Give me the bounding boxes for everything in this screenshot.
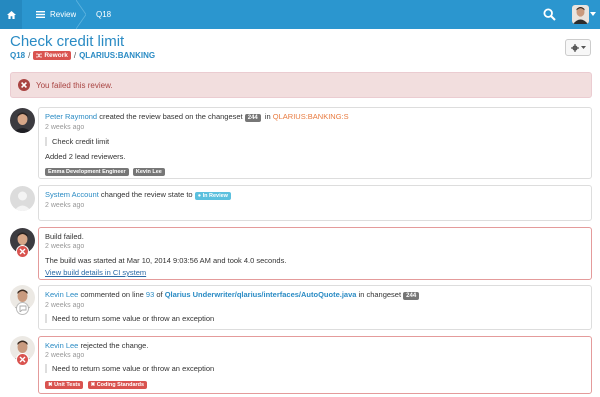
build-detail: The build was started at Mar 10, 2014 9:… — [45, 256, 287, 265]
activity-note: Added 2 lead reviewers. — [45, 152, 126, 161]
user-link[interactable]: System Account — [45, 190, 99, 199]
activity-card: Kevin Lee rejected the change. 2 weeks a… — [38, 336, 592, 394]
issue-tag: ✖ Unit Tests — [45, 381, 84, 389]
failed-status-icon — [16, 245, 29, 258]
changeset-badge[interactable]: 244 — [403, 292, 420, 300]
user-avatar-image — [572, 5, 589, 24]
top-nav: Reviews Q18 — [0, 0, 600, 29]
activity-line: System Account changed the review state … — [45, 190, 585, 200]
error-circle-icon — [18, 79, 30, 91]
timestamp: 2 weeks ago — [45, 124, 85, 131]
comment-quote: Need to return some value or throw an ex… — [45, 364, 585, 373]
avatar — [10, 108, 35, 133]
project-link[interactable]: QLARIUS:BANKING — [79, 51, 155, 60]
activity-text: of — [156, 290, 163, 299]
comment-icon — [16, 302, 29, 315]
shuffle-icon — [36, 53, 43, 58]
activity-text: commented on line — [80, 290, 144, 299]
breadcrumb-separator: / — [28, 51, 31, 60]
activity-card: Peter Raymond created the review based o… — [38, 107, 592, 179]
alert-text: You failed this review. — [36, 80, 113, 90]
breadcrumb-q18[interactable]: Q18 — [86, 0, 126, 29]
activity-card: Kevin Lee commented on line 93 of Qlariu… — [38, 285, 592, 330]
review-id-link[interactable]: Q18 — [10, 51, 25, 60]
reviewer-tag: Emma Development Engineer — [45, 168, 129, 176]
breadcrumb-separator: / — [73, 51, 77, 60]
gear-icon — [570, 43, 579, 52]
timestamp: 2 weeks ago — [45, 243, 85, 250]
changeset-badge[interactable]: 244 — [244, 114, 261, 122]
user-link[interactable]: Kevin Lee — [45, 290, 78, 299]
issue-tag: ✖ Coding Standards — [87, 381, 148, 389]
reviewer-tags: Emma Development Engineer Kevin Lee — [45, 166, 585, 176]
chevron-down-icon[interactable] — [590, 12, 596, 16]
ci-build-link[interactable]: View build details in CI system — [45, 268, 585, 277]
search-icon[interactable] — [543, 8, 556, 21]
default-avatar-icon — [10, 186, 35, 211]
rejected-status-icon — [16, 353, 29, 366]
avatar — [10, 186, 35, 211]
breadcrumb-q18-label: Q18 — [96, 10, 112, 19]
user-link[interactable]: Peter Raymond — [45, 112, 97, 121]
review-failed-alert: You failed this review. — [10, 72, 592, 98]
user-avatar[interactable] — [572, 5, 589, 24]
activity-line: Kevin Lee commented on line 93 of Qlariu… — [45, 290, 585, 300]
activity-card: Build failed. 2 weeks ago The build was … — [38, 227, 592, 280]
state-label: In Review — [202, 193, 228, 199]
activity-text: created the review based on the changese… — [99, 112, 243, 121]
activity-text: changed the review state to — [100, 190, 193, 199]
issue-tags: ✖ Unit Tests ✖ Coding Standards — [45, 379, 585, 389]
comment-quote: Check credit limit — [45, 137, 585, 146]
activity-line: Peter Raymond created the review based o… — [45, 112, 585, 122]
activity-text: in changeset — [358, 290, 402, 299]
build-status: Build failed. — [45, 232, 84, 241]
activity-card: System Account changed the review state … — [38, 185, 592, 221]
page-title: Check credit limit — [10, 33, 125, 50]
issue-tag-label: Unit Tests — [54, 382, 81, 388]
chevron-down-icon — [580, 46, 586, 49]
breadcrumb: Q18 / Rework / QLARIUS:BANKING — [10, 51, 155, 60]
activity-line: Kevin Lee rejected the change. — [45, 341, 585, 350]
rework-label: Rework — [44, 52, 68, 59]
state-badge: ● In Review — [194, 192, 231, 200]
list-icon — [36, 11, 45, 18]
chat-icon: ● — [197, 193, 202, 199]
repository-link[interactable]: QLARIUS:BANKING:S — [273, 112, 349, 121]
timestamp: 2 weeks ago — [45, 202, 85, 209]
timestamp: 2 weeks ago — [45, 352, 85, 359]
line-number-link[interactable]: 93 — [146, 290, 154, 299]
issue-tag-label: Coding Standards — [96, 382, 145, 388]
breadcrumb-separator — [76, 0, 86, 29]
user-link[interactable]: Kevin Lee — [45, 341, 78, 350]
user-avatar-image — [10, 108, 35, 133]
timestamp: 2 weeks ago — [45, 302, 85, 309]
home-button[interactable] — [0, 0, 22, 29]
reviewer-tag: Kevin Lee — [132, 168, 165, 176]
rework-badge: Rework — [33, 51, 71, 60]
file-link[interactable]: Qlarius Underwriter/qlarius/interfaces/A… — [165, 290, 357, 299]
activity-text: in — [264, 112, 271, 121]
settings-dropdown-button[interactable] — [565, 39, 591, 56]
comment-quote: Need to return some value or throw an ex… — [45, 314, 585, 323]
activity-text: rejected the change. — [80, 341, 149, 350]
home-icon — [6, 10, 16, 19]
